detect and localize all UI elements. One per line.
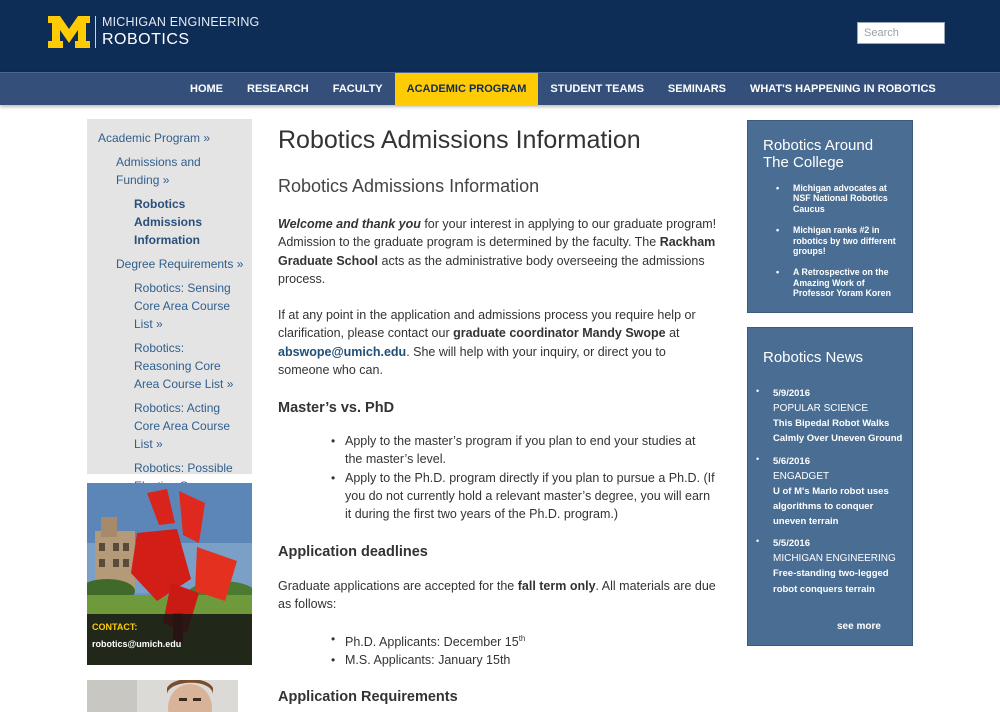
section-sidebar-nav: Academic Program » Admissions and Fundin… xyxy=(87,119,252,493)
page-subtitle: Robotics Admissions Information xyxy=(278,176,540,196)
contact-overlay: CONTACT: robotics@umich.edu xyxy=(87,614,252,665)
list-item: Ph.D. Applicants: December 15th xyxy=(330,630,716,651)
deadlines-fall-term: fall term only xyxy=(517,579,596,593)
robotics-news-box: Robotics News 5/9/2016 POPULAR SCIENCE T… xyxy=(747,327,913,646)
deadline-phd: Ph.D. Applicants: December 15 xyxy=(345,635,519,650)
deadlines-list: Ph.D. Applicants: December 15th M.S. App… xyxy=(330,630,716,670)
news-source: POPULAR SCIENCE xyxy=(773,403,869,414)
nav-research[interactable]: RESEARCH xyxy=(235,73,321,106)
see-more-link[interactable]: see more xyxy=(837,621,881,632)
around-college-link[interactable]: A Retrospective on the Amazing Work of P… xyxy=(776,267,906,298)
deadline-phd-sup: th xyxy=(518,634,526,643)
help-paragraph: If at any point in the application and a… xyxy=(278,306,718,379)
nav-faculty[interactable]: FACULTY xyxy=(321,73,395,106)
site-header: MICHIGAN ENGINEERING ROBOTICS xyxy=(0,0,1000,72)
page-title: Robotics Admissions Information xyxy=(278,126,641,154)
intro-paragraph: Welcome and thank you for your interest … xyxy=(278,215,718,288)
news-date: 5/6/2016 xyxy=(773,455,810,467)
sidebar-item-academic-program[interactable]: Academic Program » xyxy=(98,129,244,147)
around-college-title: Robotics Around The College xyxy=(763,137,874,171)
sidebar-item-sensing-courses[interactable]: Robotics: Sensing Core Area Course List … xyxy=(134,279,244,333)
contact-label: CONTACT: xyxy=(92,622,138,632)
coordinator-email-link[interactable]: abswope@umich.edu xyxy=(278,345,406,359)
news-date: 5/9/2016 xyxy=(773,388,810,399)
help-coordinator: graduate coordinator Mandy Swope xyxy=(453,326,666,341)
faculty-portrait-photo xyxy=(87,680,238,712)
news-title: Robotics News xyxy=(763,349,864,366)
intro-welcome: Welcome and thank you xyxy=(278,217,421,231)
news-date: 5/5/2016 xyxy=(773,538,810,550)
main-navigation: HOME RESEARCH FACULTY ACADEMIC PROGRAM S… xyxy=(0,72,1000,106)
nav-student-teams[interactable]: STUDENT TEAMS xyxy=(538,73,656,106)
contact-photo-box: CONTACT: robotics@umich.edu xyxy=(87,483,252,665)
heading-masters-vs-phd: Master’s vs. PhD xyxy=(278,400,395,416)
news-source: ENGADGET xyxy=(773,470,830,482)
news-item[interactable]: 5/5/2016 MICHIGAN ENGINEERING Free-stand… xyxy=(756,536,906,597)
brand-michigan-engineering[interactable]: MICHIGAN ENGINEERING xyxy=(102,15,260,29)
news-list: 5/9/2016 POPULAR SCIENCE This Bipedal Ro… xyxy=(756,386,906,604)
heading-application-deadlines: Application deadlines xyxy=(278,544,428,560)
news-headline[interactable]: U of M's Marlo robot uses algorithms to … xyxy=(773,484,906,530)
deadlines-paragraph: Graduate applications are accepted for t… xyxy=(278,577,718,614)
list-item: Apply to the master’s program if you pla… xyxy=(330,432,716,469)
masters-vs-phd-list: Apply to the master’s program if you pla… xyxy=(330,432,716,523)
news-headline[interactable]: Free-standing two-legged robot conquers … xyxy=(773,566,906,597)
sidebar-item-admissions-info[interactable]: Robotics Admissions Information xyxy=(134,195,244,249)
around-college-link[interactable]: Michigan ranks #2 in robotics by two dif… xyxy=(776,225,906,256)
brand-robotics[interactable]: ROBOTICS xyxy=(102,31,190,49)
help-text-2: at xyxy=(665,326,680,341)
nav-whats-happening[interactable]: WHAT'S HAPPENING IN ROBOTICS xyxy=(738,73,948,106)
sidebar-item-admissions-funding[interactable]: Admissions and Funding » xyxy=(116,153,244,189)
heading-application-requirements: Application Requirements xyxy=(278,689,458,705)
nav-academic-program[interactable]: ACADEMIC PROGRAM xyxy=(394,73,539,106)
robotics-around-college-box: Robotics Around The College Michigan adv… xyxy=(747,120,913,313)
university-block-m-logo[interactable] xyxy=(48,16,90,48)
around-college-list: Michigan advocates at NSF National Robot… xyxy=(776,183,906,310)
deadlines-text-1: Graduate applications are accepted for t… xyxy=(278,579,518,593)
contact-email-link[interactable]: robotics@umich.edu xyxy=(92,639,181,649)
sidebar-item-degree-requirements[interactable]: Degree Requirements » xyxy=(116,255,244,273)
search-input[interactable] xyxy=(857,22,945,44)
news-item[interactable]: 5/9/2016 POPULAR SCIENCE This Bipedal Ro… xyxy=(756,386,906,447)
around-college-link[interactable]: Michigan advocates at NSF National Robot… xyxy=(776,183,906,214)
list-item: M.S. Applicants: January 15th xyxy=(330,651,716,670)
sidebar-item-reasoning-courses[interactable]: Robotics: Reasoning Core Area Course Lis… xyxy=(134,339,244,393)
news-headline[interactable]: This Bipedal Robot Walks Calmly Over Une… xyxy=(773,416,906,447)
list-item: Apply to the Ph.D. program directly if y… xyxy=(330,469,716,524)
logo-divider xyxy=(95,16,96,48)
nav-home[interactable]: HOME xyxy=(178,73,235,106)
main-content: Robotics Admissions Information Robotics… xyxy=(278,124,718,705)
news-item[interactable]: 5/6/2016 ENGADGET U of M's Marlo robot u… xyxy=(756,454,906,530)
nav-seminars[interactable]: SEMINARS xyxy=(656,73,738,106)
news-source: MICHIGAN ENGINEERING xyxy=(773,553,896,565)
sidebar-item-acting-courses[interactable]: Robotics: Acting Core Area Course List » xyxy=(134,399,244,453)
